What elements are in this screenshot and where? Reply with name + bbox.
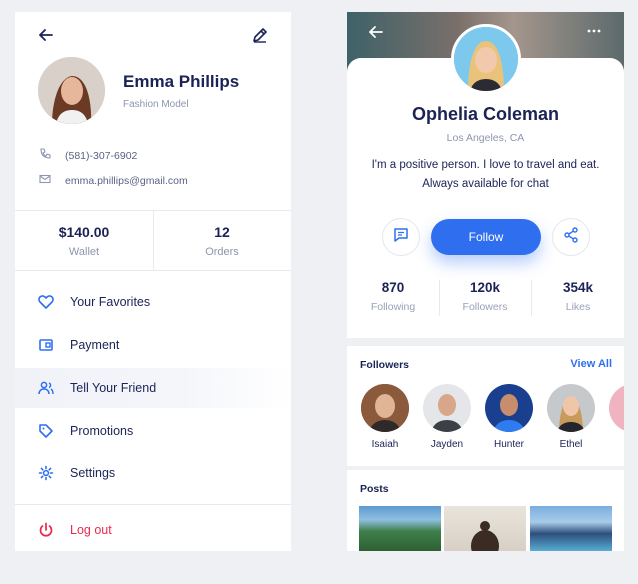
following-label: Following: [370, 301, 416, 313]
power-icon: [37, 521, 55, 539]
mail-icon: [39, 173, 51, 188]
divider: [15, 270, 291, 271]
phone-row: (581)-307-6902: [39, 148, 137, 163]
divider: [15, 504, 291, 505]
email-row: emma.phillips@gmail.com: [39, 173, 188, 188]
followers-label: Followers: [462, 301, 508, 313]
edit-pencil-icon[interactable]: [251, 26, 269, 44]
follower-name: K: [607, 439, 624, 450]
post-thumbnail[interactable]: [444, 506, 526, 551]
menu-item-label: Payment: [70, 338, 120, 352]
followers-stat[interactable]: 120k Followers: [439, 280, 531, 313]
avatar: [609, 384, 624, 432]
post-thumbnail[interactable]: [359, 506, 441, 551]
profile-name: Ophelia Coleman: [411, 104, 560, 124]
share-icon: [563, 226, 579, 248]
profile-bio-line1: I'm a positive person. I love to travel …: [371, 159, 600, 171]
followers-value: 120k: [469, 280, 501, 295]
profile-menu-panel: Emma Phillips Fashion Model (581)-307-69…: [15, 12, 291, 551]
followers-title: Followers: [360, 359, 410, 371]
phone-icon: [39, 148, 51, 163]
avatar: [423, 384, 471, 432]
avatar: [361, 384, 409, 432]
follower-item[interactable]: K: [607, 384, 624, 450]
follower-item[interactable]: Isaiah: [359, 384, 411, 450]
tag-icon: [37, 422, 55, 440]
menu-item-label: Your Favorites: [70, 295, 151, 309]
phone-number: (581)-307-6902: [65, 149, 138, 162]
menu-item-label: Tell Your Friend: [70, 381, 157, 395]
avatar: [38, 57, 105, 124]
follower-item[interactable]: Ethel: [545, 384, 597, 450]
back-arrow-icon[interactable]: [37, 26, 55, 44]
followers-section: Followers View All Isaiah Jayden Hunter …: [347, 346, 624, 466]
wallet-stat[interactable]: $140.00 Wallet: [15, 224, 153, 258]
follower-name: Jayden: [430, 439, 464, 450]
email-address: emma.phillips@gmail.com: [65, 174, 188, 187]
view-all-link[interactable]: View All: [570, 358, 612, 370]
message-button[interactable]: [382, 218, 420, 256]
menu-item-label: Settings: [70, 466, 116, 480]
heart-icon: [37, 293, 55, 311]
menu-item-label: Promotions: [70, 424, 134, 438]
profile-role: Fashion Model: [123, 99, 189, 110]
follow-button[interactable]: Follow: [431, 219, 541, 255]
following-stat[interactable]: 870 Following: [347, 280, 439, 313]
avatar: [547, 384, 595, 432]
posts-section: Posts: [347, 470, 624, 551]
orders-label: Orders: [205, 246, 239, 258]
orders-value: 12: [214, 224, 230, 240]
orders-stat[interactable]: 12 Orders: [153, 224, 291, 258]
follower-item[interactable]: Hunter: [483, 384, 535, 450]
wallet-icon: [37, 336, 55, 354]
follower-name: Hunter: [493, 439, 524, 450]
follower-name: Isaiah: [371, 439, 399, 450]
menu-item-promotions[interactable]: Promotions: [15, 411, 291, 451]
message-icon: [393, 227, 409, 248]
likes-stat[interactable]: 354k Likes: [532, 280, 624, 313]
users-icon: [37, 379, 55, 397]
menu-item-payment[interactable]: Payment: [15, 325, 291, 365]
social-profile-panel: Ophelia Coleman Los Angeles, CA I'm a po…: [347, 12, 624, 551]
likes-value: 354k: [562, 280, 594, 295]
following-value: 870: [381, 280, 405, 295]
menu-item-settings[interactable]: Settings: [15, 453, 291, 493]
share-button[interactable]: [552, 218, 590, 256]
logout-label: Log out: [70, 523, 112, 537]
avatar: [485, 384, 533, 432]
gear-icon: [37, 464, 55, 482]
follower-item[interactable]: Jayden: [421, 384, 473, 450]
logout-button[interactable]: Log out: [15, 510, 291, 550]
profile-bio-line2: Always available for chat: [422, 178, 549, 190]
back-arrow-icon[interactable]: [369, 25, 383, 43]
more-options-icon[interactable]: [587, 24, 601, 41]
menu-item-tell-friend[interactable]: Tell Your Friend: [15, 368, 291, 408]
follower-name: Ethel: [559, 439, 583, 450]
post-thumbnail[interactable]: [530, 506, 612, 551]
menu-item-favorites[interactable]: Your Favorites: [15, 282, 291, 322]
avatar: [451, 24, 521, 94]
profile-location: Los Angeles, CA: [446, 132, 525, 144]
likes-label: Likes: [565, 301, 591, 313]
posts-title: Posts: [360, 483, 389, 495]
wallet-label: Wallet: [68, 246, 100, 258]
profile-name: Emma Phillips: [123, 72, 240, 91]
wallet-value: $140.00: [58, 224, 110, 240]
